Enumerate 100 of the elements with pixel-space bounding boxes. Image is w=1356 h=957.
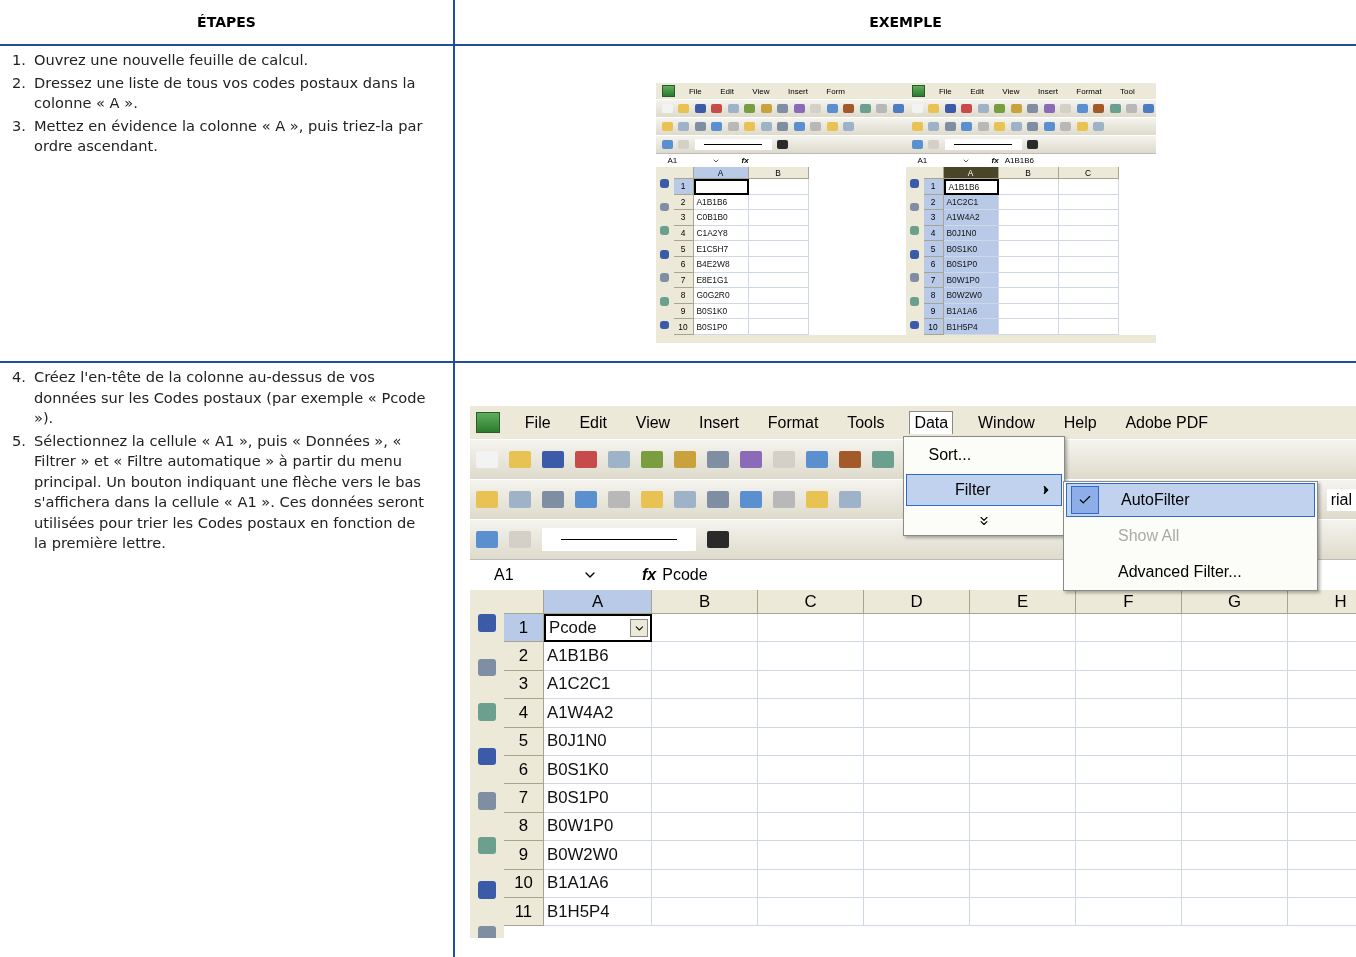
menu-item[interactable]: Format xyxy=(1072,84,1106,98)
menu-item[interactable]: File xyxy=(934,84,956,98)
row-header[interactable]: 3 xyxy=(673,210,694,226)
table-cell: B0W2W0 xyxy=(544,841,652,870)
table-cell: G0G2R0 xyxy=(693,288,749,304)
menu-item[interactable]: Edit xyxy=(575,411,611,434)
column-header[interactable]: E xyxy=(970,590,1076,614)
row-header[interactable]: 6 xyxy=(504,755,544,785)
row-header[interactable]: 4 xyxy=(504,699,544,728)
formula-field[interactable]: Pcode xyxy=(662,566,708,584)
row-header[interactable]: 2 xyxy=(504,642,544,671)
menu-item[interactable]: Insert xyxy=(783,84,812,98)
menu-item[interactable]: Filter xyxy=(906,474,1062,506)
row-header[interactable]: 9 xyxy=(504,841,544,870)
table-cell: B0J1N0 xyxy=(544,727,652,756)
menu-item[interactable]: Insert xyxy=(1033,84,1062,98)
row-header[interactable]: 5 xyxy=(923,241,944,257)
step-number: 5. xyxy=(12,430,27,451)
row-header[interactable]: 8 xyxy=(504,812,544,842)
row-header[interactable]: 10 xyxy=(673,319,694,335)
row-header[interactable]: 7 xyxy=(504,784,544,813)
column-header[interactable]: C xyxy=(758,590,864,614)
row-header[interactable]: 5 xyxy=(504,727,544,756)
table-cell: B0S1K0 xyxy=(544,755,652,785)
row-header[interactable]: 10 xyxy=(504,869,544,898)
table-cell: B0W2W0 xyxy=(943,288,999,304)
function-label: fx xyxy=(991,156,999,165)
font-field[interactable]: rial xyxy=(1326,488,1356,511)
name-box[interactable]: A1 xyxy=(905,156,962,165)
step-text: Sélectionnez la cellule « A1 », puis « Données », « Filtrer » et « Filtre automatique » à partir du menu principal. Un bouton indiquant une flèche vers le bas s'affichera dans la cellule « A1 ». Ces données seront utilisées pour trier les Codes postaux en fonction de la première lettre. xyxy=(34,430,425,553)
menu-item[interactable]: Advanced Filter... xyxy=(1066,555,1315,589)
formula-field[interactable]: A1B1B6 xyxy=(1004,156,1034,165)
menu-item[interactable]: Edit xyxy=(716,84,738,98)
function-label: fx xyxy=(642,566,657,584)
step-text: Ouvrez une nouvelle feuille de calcul. xyxy=(34,50,310,70)
column-header[interactable]: C xyxy=(1058,167,1119,179)
menu-item[interactable]: AutoFilter xyxy=(1066,483,1315,517)
function-label: fx xyxy=(741,156,749,165)
column-header[interactable]: A xyxy=(544,590,652,614)
menu-item[interactable]: Tool xyxy=(1116,84,1139,98)
table-cell: A1B1B6 xyxy=(544,642,652,671)
step-text: Dressez une liste de tous vos codes postaux dans la colonne « A ». xyxy=(34,72,417,113)
row-header[interactable]: 11 xyxy=(504,897,544,927)
column-heading: EXEMPLE xyxy=(869,14,942,30)
menu-item[interactable]: View xyxy=(631,411,675,434)
table-cell: A1B1B6 xyxy=(943,179,999,195)
menu-item[interactable]: Window xyxy=(973,411,1039,434)
row-header[interactable]: 1 xyxy=(673,179,694,195)
menu-item[interactable]: Insert xyxy=(694,411,743,434)
step-number: 3. xyxy=(12,115,27,136)
menu-item[interactable]: Help xyxy=(1059,411,1101,434)
menu-item[interactable]: Sort... xyxy=(906,438,1062,472)
table-cell: B1H5P4 xyxy=(943,319,999,335)
step-text: Créez l'en-tête de la colonne au-dessus de vos données sur les Codes postaux (par exemple « Pcode »). xyxy=(34,367,427,428)
table-cell: B0W1P0 xyxy=(544,812,652,842)
menu-item[interactable]: File xyxy=(684,84,706,98)
step-number: 2. xyxy=(12,72,27,93)
name-box[interactable]: A1 xyxy=(470,566,582,584)
table-cell: B0S1P0 xyxy=(693,319,749,335)
column-heading: ÉTAPES xyxy=(197,14,256,30)
column-header[interactable]: B xyxy=(652,590,758,614)
table-cell: A1C2C1 xyxy=(544,670,652,700)
menu-item[interactable]: Adobe PDF xyxy=(1121,411,1213,434)
column-header[interactable]: D xyxy=(864,590,970,614)
step-number: 1. xyxy=(12,50,27,70)
table-cell: B1H5P4 xyxy=(544,897,652,927)
column-header[interactable]: H xyxy=(1288,590,1356,614)
table-cell: Pcode xyxy=(544,614,652,643)
menu-item[interactable]: View xyxy=(998,84,1024,98)
step-text: Mettez en évidence la colonne « A », puis triez-la par ordre ascendant. xyxy=(34,115,424,156)
menu-item[interactable]: Form xyxy=(822,84,850,98)
table-cell: B0S1P0 xyxy=(544,784,652,813)
column-header[interactable]: F xyxy=(1076,590,1182,614)
column-header[interactable]: B xyxy=(748,167,809,179)
table-cell: A1W4A2 xyxy=(943,210,999,226)
column-header[interactable]: B xyxy=(998,167,1059,179)
step-number: 4. xyxy=(12,367,27,387)
table-cell: B1A1A6 xyxy=(544,869,652,898)
row-header[interactable]: 8 xyxy=(673,288,694,304)
table-cell: A1W4A2 xyxy=(544,699,652,728)
row-header[interactable]: 3 xyxy=(923,210,944,226)
name-box[interactable]: A1 xyxy=(655,156,712,165)
menu-item[interactable]: Tools xyxy=(843,411,889,434)
row-header[interactable]: 10 xyxy=(923,319,944,335)
menu-item[interactable]: View xyxy=(748,84,774,98)
column-header[interactable]: A xyxy=(693,167,749,179)
row-header[interactable]: 5 xyxy=(673,241,694,257)
menu-item[interactable]: Data xyxy=(909,411,954,434)
column-header[interactable]: A xyxy=(943,167,999,179)
menu-item[interactable]: Edit xyxy=(966,84,988,98)
row-header[interactable]: 1 xyxy=(504,614,544,643)
row-header[interactable]: 8 xyxy=(923,288,944,304)
row-header[interactable]: 3 xyxy=(504,670,544,700)
table-cell: B0S1K0 xyxy=(943,241,999,257)
table-cell: E1C5H7 xyxy=(693,241,749,257)
menu-item[interactable]: File xyxy=(520,411,555,434)
menu-item[interactable]: Format xyxy=(763,411,823,434)
table-cell: C0B1B0 xyxy=(693,210,749,226)
row-header[interactable]: 1 xyxy=(923,179,944,195)
column-header[interactable]: G xyxy=(1182,590,1288,614)
